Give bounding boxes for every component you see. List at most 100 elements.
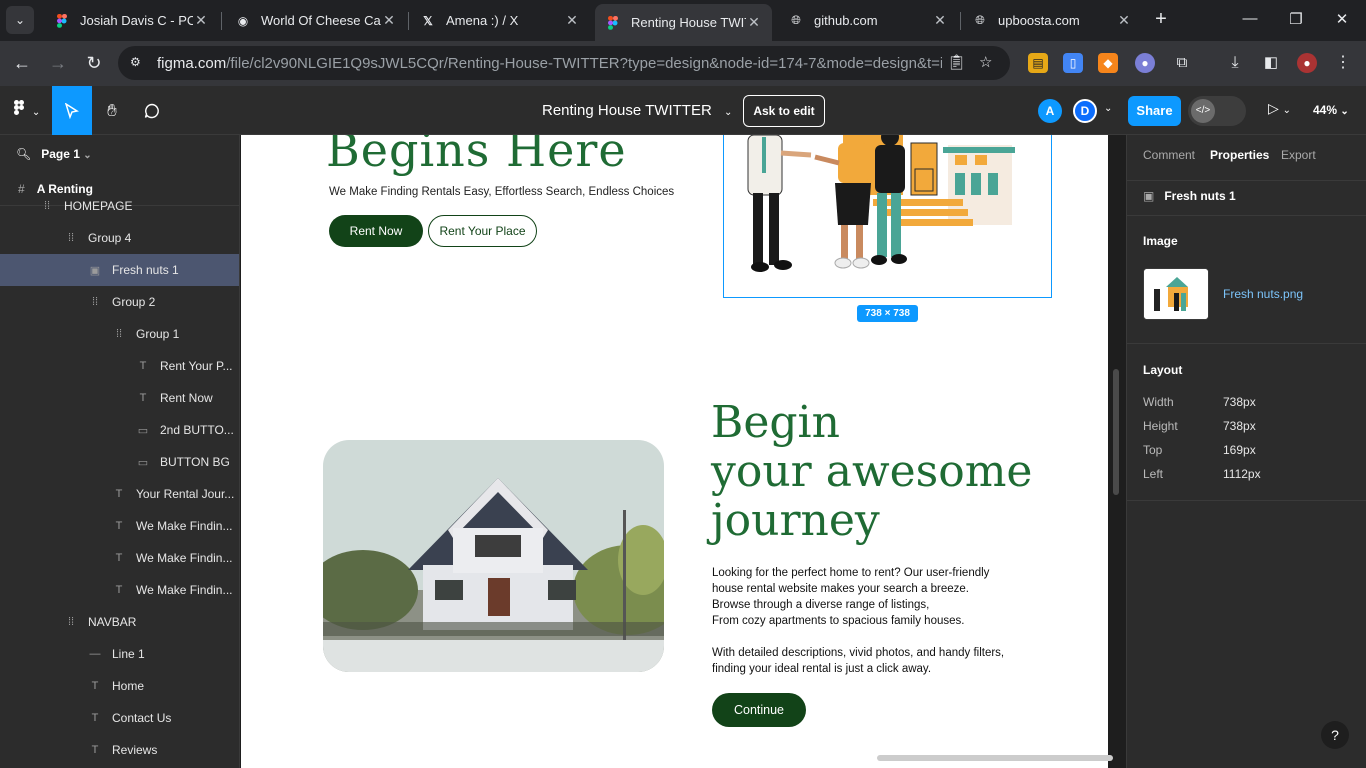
minimize-icon[interactable]: —: [1240, 10, 1260, 27]
clipboard-icon[interactable]: 📋︎: [947, 53, 966, 71]
layout-section-heading: Layout: [1143, 363, 1183, 377]
dev-mode-toggle[interactable]: </>: [1188, 96, 1246, 126]
layer-item[interactable]: ⁞⁞ Group 2: [0, 286, 239, 318]
avatar[interactable]: A: [1038, 99, 1062, 123]
layer-item[interactable]: T Reviews: [0, 734, 239, 766]
browser-tab[interactable]: ◉ World Of Cheese Cak ✕: [225, 4, 407, 37]
layer-label: Group 4: [88, 231, 132, 245]
document-title[interactable]: Renting House TWITTER ⌄: [542, 102, 732, 119]
extensions-puzzle-icon[interactable]: ⧉: [1172, 53, 1192, 73]
text-icon: T: [91, 680, 99, 692]
forward-button[interactable]: →: [46, 51, 70, 75]
hand-tool-icon[interactable]: ✋︎: [92, 86, 132, 135]
url-bar[interactable]: ⚙ figma.com/file/cl2v90NLGIE1Q9sJWL5CQr/…: [118, 46, 1010, 80]
layer-label: Rent Your P...: [160, 359, 233, 373]
layer-item[interactable]: ▭ 2nd BUTTO...: [0, 414, 239, 446]
layer-item[interactable]: T Contact Us: [0, 702, 239, 734]
download-icon[interactable]: ⤓: [1225, 53, 1245, 73]
width-value[interactable]: 738px: [1223, 395, 1256, 409]
continue-button[interactable]: Continue: [712, 693, 806, 727]
chevron-down-icon[interactable]: ⌄: [1104, 103, 1112, 114]
reload-button[interactable]: ↻: [82, 51, 106, 75]
close-icon[interactable]: ✕: [932, 12, 948, 29]
layer-label: Fresh nuts 1: [112, 263, 179, 277]
chevron-down-icon: ⌄: [723, 107, 733, 118]
layer-item[interactable]: ⁞⁞ Group 4: [0, 222, 239, 254]
new-tab-button[interactable]: +: [1150, 8, 1172, 30]
extension-docs-icon[interactable]: ▯: [1063, 53, 1083, 73]
tab-comment[interactable]: Comment: [1143, 148, 1195, 162]
browser-tab[interactable]: 🌐︎ github.com ✕: [778, 4, 958, 37]
layer-item[interactable]: T We Make Findin...: [0, 542, 239, 574]
rent-your-place-button[interactable]: Rent Your Place: [428, 215, 537, 247]
close-icon[interactable]: ✕: [381, 12, 397, 29]
tab-properties[interactable]: Properties: [1210, 148, 1269, 162]
image-file-link[interactable]: Fresh nuts.png: [1223, 287, 1303, 301]
top-value[interactable]: 169px: [1223, 443, 1256, 457]
share-button[interactable]: Share: [1128, 96, 1181, 126]
layer-item[interactable]: T Rent Now: [0, 382, 239, 414]
vertical-scrollbar[interactable]: [1113, 369, 1119, 495]
browser-tab[interactable]: Josiah Davis C - PORT ✕: [44, 4, 219, 37]
present-play-icon[interactable]: ▷ ⌄: [1268, 100, 1291, 117]
hero-subtitle[interactable]: We Make Finding Rentals Easy, Effortless…: [329, 186, 674, 198]
extension-folder-icon[interactable]: ▤: [1028, 53, 1048, 73]
image-thumbnail[interactable]: [1143, 268, 1209, 320]
layer-item[interactable]: ⁞⁞ HOMEPAGE: [0, 190, 239, 222]
hero-title[interactable]: Begins Here: [326, 135, 627, 177]
browser-menu-icon[interactable]: ⋮: [1333, 53, 1353, 73]
journey-paragraph[interactable]: Looking for the perfect home to rent? Ou…: [712, 565, 1004, 677]
figma-menu-icon[interactable]: ⌄: [14, 100, 40, 118]
avatar[interactable]: D: [1073, 99, 1097, 123]
side-panel-icon[interactable]: ◧: [1261, 53, 1281, 73]
site-info-icon[interactable]: ⚙: [130, 55, 141, 69]
restore-icon[interactable]: ❐: [1286, 10, 1306, 28]
rent-now-button[interactable]: Rent Now: [329, 215, 423, 247]
layer-item[interactable]: T We Make Findin...: [0, 574, 239, 606]
extension-ghost-icon[interactable]: ●: [1135, 53, 1155, 73]
artboard-frame[interactable]: Begins Here We Make Finding Rentals Easy…: [241, 135, 1108, 768]
layer-item[interactable]: T Home: [0, 670, 239, 702]
tab-search-button[interactable]: ⌄: [6, 6, 34, 34]
text-icon: T: [115, 584, 123, 596]
page-selector[interactable]: 🔍︎ Page 1 ⌄: [16, 147, 92, 161]
tab-export[interactable]: Export: [1281, 148, 1316, 162]
window-close-icon[interactable]: ✕: [1332, 10, 1352, 28]
back-button[interactable]: ←: [10, 51, 34, 75]
layer-item[interactable]: ⁞⁞ NAVBAR: [0, 606, 239, 638]
metamask-icon[interactable]: ◆: [1098, 53, 1118, 73]
design-canvas[interactable]: Begins Here We Make Finding Rentals Easy…: [241, 135, 1125, 768]
close-icon[interactable]: ✕: [1116, 12, 1132, 29]
close-icon[interactable]: ✕: [193, 12, 209, 29]
layer-label: Home: [112, 679, 145, 693]
layer-item[interactable]: — Line 1: [0, 638, 239, 670]
house-photo[interactable]: [323, 440, 664, 672]
search-icon[interactable]: 🔍︎: [16, 147, 31, 161]
layer-item[interactable]: T We Make Findin...: [0, 510, 239, 542]
address-bar-row: ← → ↻ ⚙ figma.com/file/cl2v90NLGIE1Q9sJW…: [0, 41, 1366, 86]
close-icon[interactable]: ✕: [746, 14, 762, 31]
comment-tool-icon[interactable]: [132, 86, 172, 135]
zoom-level[interactable]: 44% ⌄: [1313, 103, 1349, 117]
layer-item[interactable]: T Rent Your P...: [0, 350, 239, 382]
layer-item[interactable]: ⁞⁞ Group 1: [0, 318, 239, 350]
browser-tab-active[interactable]: Renting House TWITT ✕: [595, 4, 772, 41]
bookmark-star-icon[interactable]: ☆: [979, 53, 992, 71]
height-value[interactable]: 738px: [1223, 419, 1256, 433]
profile-avatar[interactable]: ●: [1297, 53, 1317, 73]
close-icon[interactable]: ✕: [564, 12, 580, 29]
ask-to-edit-button[interactable]: Ask to edit: [743, 95, 825, 127]
layer-item[interactable]: ▭ BUTTON BG: [0, 446, 239, 478]
layer-item[interactable]: ▣ Fresh nuts 1: [0, 254, 239, 286]
browser-tab[interactable]: 🌐︎ upboosta.com ✕: [962, 4, 1142, 37]
layer-label: We Make Findin...: [136, 519, 233, 533]
journey-title[interactable]: Begin your awesome journey: [711, 398, 1032, 545]
left-value[interactable]: 1112px: [1223, 467, 1261, 481]
browser-tab[interactable]: 𝕏 Amena :) / X ✕: [410, 4, 590, 37]
move-tool-icon[interactable]: [52, 86, 92, 135]
text-icon: T: [115, 488, 123, 500]
horizontal-scrollbar[interactable]: [877, 755, 1113, 761]
layer-item[interactable]: T Your Rental Jour...: [0, 478, 239, 510]
url-text[interactable]: figma.com/file/cl2v90NLGIE1Q9sJWL5CQr/Re…: [157, 55, 942, 72]
help-button[interactable]: ?: [1321, 721, 1349, 749]
